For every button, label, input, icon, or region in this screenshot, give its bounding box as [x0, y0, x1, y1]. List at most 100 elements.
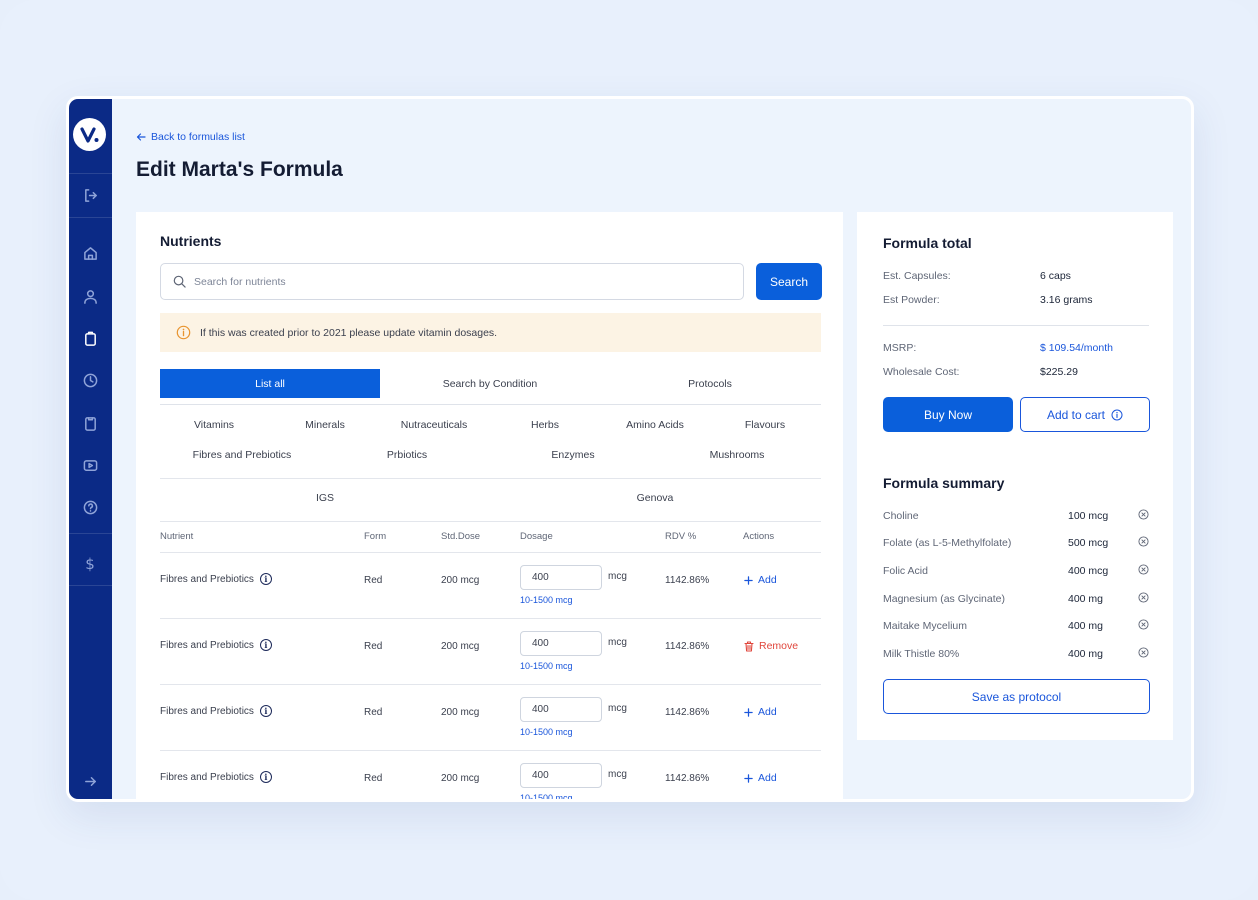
category-enzymes[interactable]: Enzymes	[551, 449, 594, 461]
column-rdv: RDV %	[665, 531, 697, 542]
add-button[interactable]: Add	[744, 706, 777, 718]
sidebar-divider	[69, 533, 112, 534]
form-value: Red	[364, 773, 383, 784]
dosage-unit: mcg	[608, 571, 627, 582]
form-value: Red	[364, 707, 383, 718]
dosage-range: 10-1500 mcg	[520, 595, 573, 605]
nutrient-name: Fibres and Prebiotics i	[160, 771, 272, 783]
remove-circle-icon[interactable]	[1138, 592, 1149, 603]
add-button[interactable]: Add	[744, 772, 777, 784]
dosage-input[interactable]	[520, 697, 602, 722]
remove-button[interactable]: Remove	[744, 640, 798, 652]
tab-protocols[interactable]: Protocols	[600, 369, 820, 398]
dosage-range: 10-1500 mcg	[520, 727, 573, 737]
video-icon[interactable]	[80, 455, 100, 475]
category-vitamins[interactable]: Vitamins	[194, 419, 234, 431]
nutrient-label: Fibres and Prebiotics	[160, 573, 254, 585]
summary-item-amount: 400 mg	[1068, 620, 1104, 632]
sidebar-divider	[69, 173, 112, 174]
help-icon[interactable]	[80, 497, 100, 517]
tab-list-all[interactable]: List all	[160, 369, 380, 398]
save-as-protocol-button[interactable]: Save as protocol	[883, 679, 1150, 714]
summary-item-amount: 400 mg	[1068, 593, 1104, 605]
tab-search-by-condition[interactable]: Search by Condition	[380, 369, 600, 398]
arrow-left-icon	[136, 133, 146, 141]
est-powder-value: 3.16 grams	[1040, 294, 1093, 306]
rdv-value: 1142.86%	[665, 641, 710, 652]
warning-info-icon	[176, 325, 191, 340]
home-icon[interactable]	[80, 243, 100, 263]
summary-item-name: Folate (as L-5-Methylfolate)	[883, 537, 1012, 549]
remove-circle-icon[interactable]	[1138, 564, 1149, 575]
back-to-formulas-link[interactable]: Back to formulas list	[136, 131, 245, 143]
info-icon[interactable]: i	[259, 639, 272, 651]
remove-circle-icon[interactable]	[1138, 509, 1149, 520]
category-mushrooms[interactable]: Mushrooms	[710, 449, 765, 461]
form-value: Red	[364, 641, 383, 652]
search-box	[160, 263, 744, 300]
dollar-icon[interactable]: $	[80, 554, 100, 574]
category-minerals[interactable]: Minerals	[305, 419, 345, 431]
dosage-input[interactable]	[520, 565, 602, 590]
rdv-value: 1142.86%	[665, 575, 710, 586]
std-dose-value: 200 mcg	[441, 707, 480, 718]
search-icon	[173, 275, 186, 288]
summary-item-name: Magnesium (as Glycinate)	[883, 593, 1005, 605]
plus-icon	[744, 575, 753, 585]
buy-now-button[interactable]: Buy Now	[883, 397, 1013, 432]
app-window: $ Back to formulas list Edit Marta's For…	[66, 96, 1194, 802]
summary-item-amount: 400 mg	[1068, 648, 1104, 660]
dosage-input[interactable]	[520, 763, 602, 788]
add-button[interactable]: Add	[744, 574, 777, 586]
dosage-range: 10-1500 mcg	[520, 793, 573, 802]
add-label: Add	[758, 706, 777, 718]
info-icon[interactable]: i	[259, 705, 272, 717]
clipboard-icon[interactable]	[80, 328, 100, 348]
divider	[883, 325, 1149, 326]
category-nutraceuticals[interactable]: Nutraceuticals	[401, 419, 468, 431]
nutrient-name: Fibres and Prebiotics i	[160, 639, 272, 651]
table-row: Fibres and Prebiotics i Red 200 mcg mcg …	[160, 751, 821, 802]
user-icon[interactable]	[80, 286, 100, 306]
lab-genova[interactable]: Genova	[637, 492, 674, 504]
category-flavours[interactable]: Flavours	[745, 419, 785, 431]
add-to-cart-label: Add to cart	[1046, 407, 1106, 422]
column-dosage: Dosage	[520, 531, 553, 542]
nutrients-card: Nutrients Search If this was created pri…	[136, 212, 843, 802]
notice-banner: If this was created prior to 2021 please…	[160, 313, 821, 352]
dosage-range: 10-1500 mcg	[520, 661, 573, 671]
dosage-input[interactable]	[520, 631, 602, 656]
remove-circle-icon[interactable]	[1138, 647, 1149, 658]
dosage-unit: mcg	[608, 703, 627, 714]
info-icon[interactable]: i	[259, 771, 272, 783]
info-icon[interactable]: i	[259, 573, 272, 585]
back-link-label: Back to formulas list	[151, 131, 245, 143]
table-row: Fibres and Prebiotics i Red 200 mcg mcg …	[160, 685, 821, 751]
logout-icon[interactable]	[80, 185, 100, 205]
category-fibres-and-prebiotics[interactable]: Fibres and Prebiotics	[193, 449, 292, 461]
add-to-cart-button[interactable]: Add to cart	[1020, 397, 1150, 432]
remove-circle-icon[interactable]	[1138, 536, 1149, 547]
summary-item-amount: 500 mcg	[1068, 537, 1109, 549]
column-nutrient: Nutrient	[160, 531, 194, 542]
divider	[160, 521, 821, 522]
std-dose-value: 200 mcg	[441, 575, 480, 586]
est-capsules-label: Est. Capsules:	[883, 270, 951, 282]
search-input[interactable]	[194, 275, 714, 288]
category-amino-acids[interactable]: Amino Acids	[626, 419, 684, 431]
rdv-value: 1142.86%	[665, 707, 710, 718]
arrow-right-icon[interactable]	[80, 771, 100, 791]
category-herbs[interactable]: Herbs	[531, 419, 559, 431]
category-prbiotics[interactable]: Prbiotics	[387, 449, 427, 461]
remove-circle-icon[interactable]	[1138, 619, 1149, 630]
logo-v-icon	[79, 126, 98, 143]
lab-igs[interactable]: IGS	[316, 492, 334, 504]
formula-summary-title: Formula summary	[883, 475, 1005, 491]
form-value: Red	[364, 575, 383, 586]
clock-icon[interactable]	[80, 370, 100, 390]
search-button[interactable]: Search	[756, 263, 822, 300]
summary-item-name: Folic Acid	[883, 565, 928, 577]
app-logo[interactable]	[73, 118, 106, 151]
plus-icon	[744, 707, 753, 717]
document-icon[interactable]	[80, 413, 100, 433]
